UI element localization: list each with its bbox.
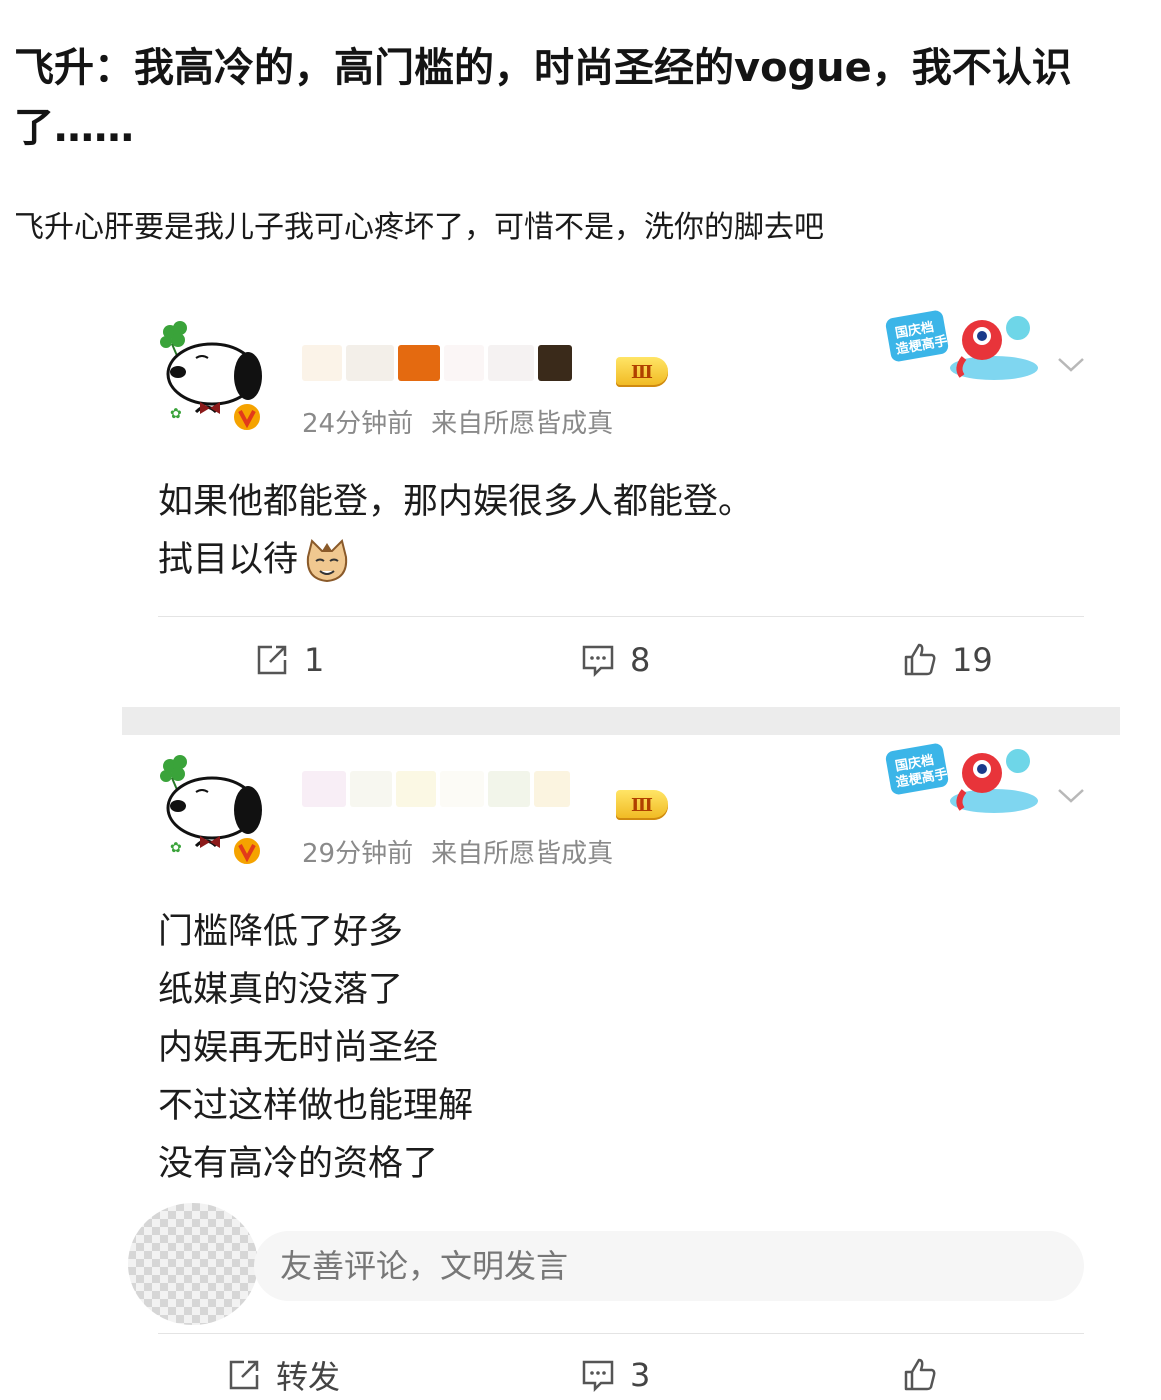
avatar xyxy=(128,1203,258,1325)
comment-card: ✿ Ⅲ 24分钟前 来自所愿皆成真 国庆档 造梗高手 如果他都能登，那内娱很多人都… xyxy=(122,300,1120,710)
comment-line: 不过这样做也能理解 xyxy=(158,1086,474,1126)
like-button[interactable] xyxy=(902,1350,938,1400)
comment-icon xyxy=(582,645,614,678)
like-button[interactable]: 19 xyxy=(902,635,993,685)
verified-v-icon xyxy=(232,836,262,866)
username-blurred[interactable] xyxy=(302,342,592,384)
comment-source[interactable]: 来自所愿皆成真 xyxy=(431,409,613,439)
comment-line: 纸媒真的没落了 xyxy=(158,970,404,1010)
snoopy-avatar-icon[interactable]: ✿ xyxy=(156,752,268,866)
cat-face-icon xyxy=(306,539,348,583)
comment-icon xyxy=(582,1360,614,1393)
svg-text:✿: ✿ xyxy=(170,406,182,422)
thumbs-up-icon xyxy=(904,643,936,676)
chevron-down-icon[interactable] xyxy=(1056,785,1086,805)
comment-source[interactable]: 来自所愿皆成真 xyxy=(431,839,613,869)
reply-composer: 友善评论，文明发言 xyxy=(122,1193,1120,1325)
comment-time: 24分钟前 xyxy=(302,409,414,439)
comment-card: ✿ Ⅲ 29分钟前 来自所愿皆成真 国庆档 造梗高手 门槛降低了好多 纸媒真的没落… xyxy=(122,735,1120,1398)
repost-button[interactable]: 转发 xyxy=(226,1350,340,1400)
verified-v-icon xyxy=(232,402,262,432)
post-headline: 飞升：我高冷的，高门槛的，时尚圣经的vogue，我不认识了…… xyxy=(14,45,1072,151)
repost-label: 转发 xyxy=(276,1358,341,1396)
card-divider xyxy=(122,707,1120,735)
comment-count: 3 xyxy=(630,1356,651,1394)
comment-line: 内娱再无时尚圣经 xyxy=(158,1028,439,1068)
divider xyxy=(158,616,1084,617)
action-bar: 1 8 19 xyxy=(122,635,1120,685)
svg-text:✿: ✿ xyxy=(170,840,182,856)
national-day-badge-icon[interactable]: 国庆档 造梗高手 xyxy=(884,306,1044,384)
chevron-down-icon[interactable] xyxy=(1056,354,1086,374)
comment-time: 29分钟前 xyxy=(302,839,414,869)
repost-button[interactable]: 1 xyxy=(254,635,324,685)
repost-count: 1 xyxy=(304,641,325,679)
level-badge: Ⅲ xyxy=(616,357,668,387)
comment-body: 门槛降低了好多 纸媒真的没落了 内娱再无时尚圣经 不过这样做也能理解 没有高冷的… xyxy=(158,903,1058,1193)
action-bar: 转发 3 xyxy=(122,1350,1120,1400)
username-blurred[interactable] xyxy=(302,768,592,810)
comment-button[interactable]: 8 xyxy=(580,635,650,685)
comment-line-with-emoji: 拭目以待 xyxy=(158,531,1058,589)
comment-line: 拭目以待 xyxy=(158,540,299,580)
thumbs-up-icon xyxy=(904,1358,936,1391)
comment-line: 如果他都能登，那内娱很多人都能登。 xyxy=(158,482,754,522)
comment-line: 门槛降低了好多 xyxy=(158,912,404,952)
repost-icon xyxy=(229,1360,259,1390)
snoopy-avatar-icon[interactable]: ✿ xyxy=(156,318,268,432)
divider xyxy=(158,1333,1084,1334)
level-badge: Ⅲ xyxy=(616,790,668,820)
comment-input[interactable]: 友善评论，文明发言 xyxy=(254,1231,1084,1301)
comment-line: 没有高冷的资格了 xyxy=(158,1144,439,1184)
repost-icon xyxy=(257,645,287,675)
comment-meta: 24分钟前 来自所愿皆成真 xyxy=(302,407,613,441)
comment-meta: 29分钟前 来自所愿皆成真 xyxy=(302,837,613,871)
national-day-badge-icon[interactable]: 国庆档 造梗高手 xyxy=(884,739,1044,817)
like-count: 19 xyxy=(952,641,993,679)
comment-count: 8 xyxy=(630,641,651,679)
comment-body: 如果他都能登，那内娱很多人都能登。 拭目以待 xyxy=(158,473,1058,589)
post-subline: 飞升心肝要是我儿子我可心疼坏了，可惜不是，洗你的脚去吧 xyxy=(14,210,824,245)
comment-button[interactable]: 3 xyxy=(580,1350,650,1400)
